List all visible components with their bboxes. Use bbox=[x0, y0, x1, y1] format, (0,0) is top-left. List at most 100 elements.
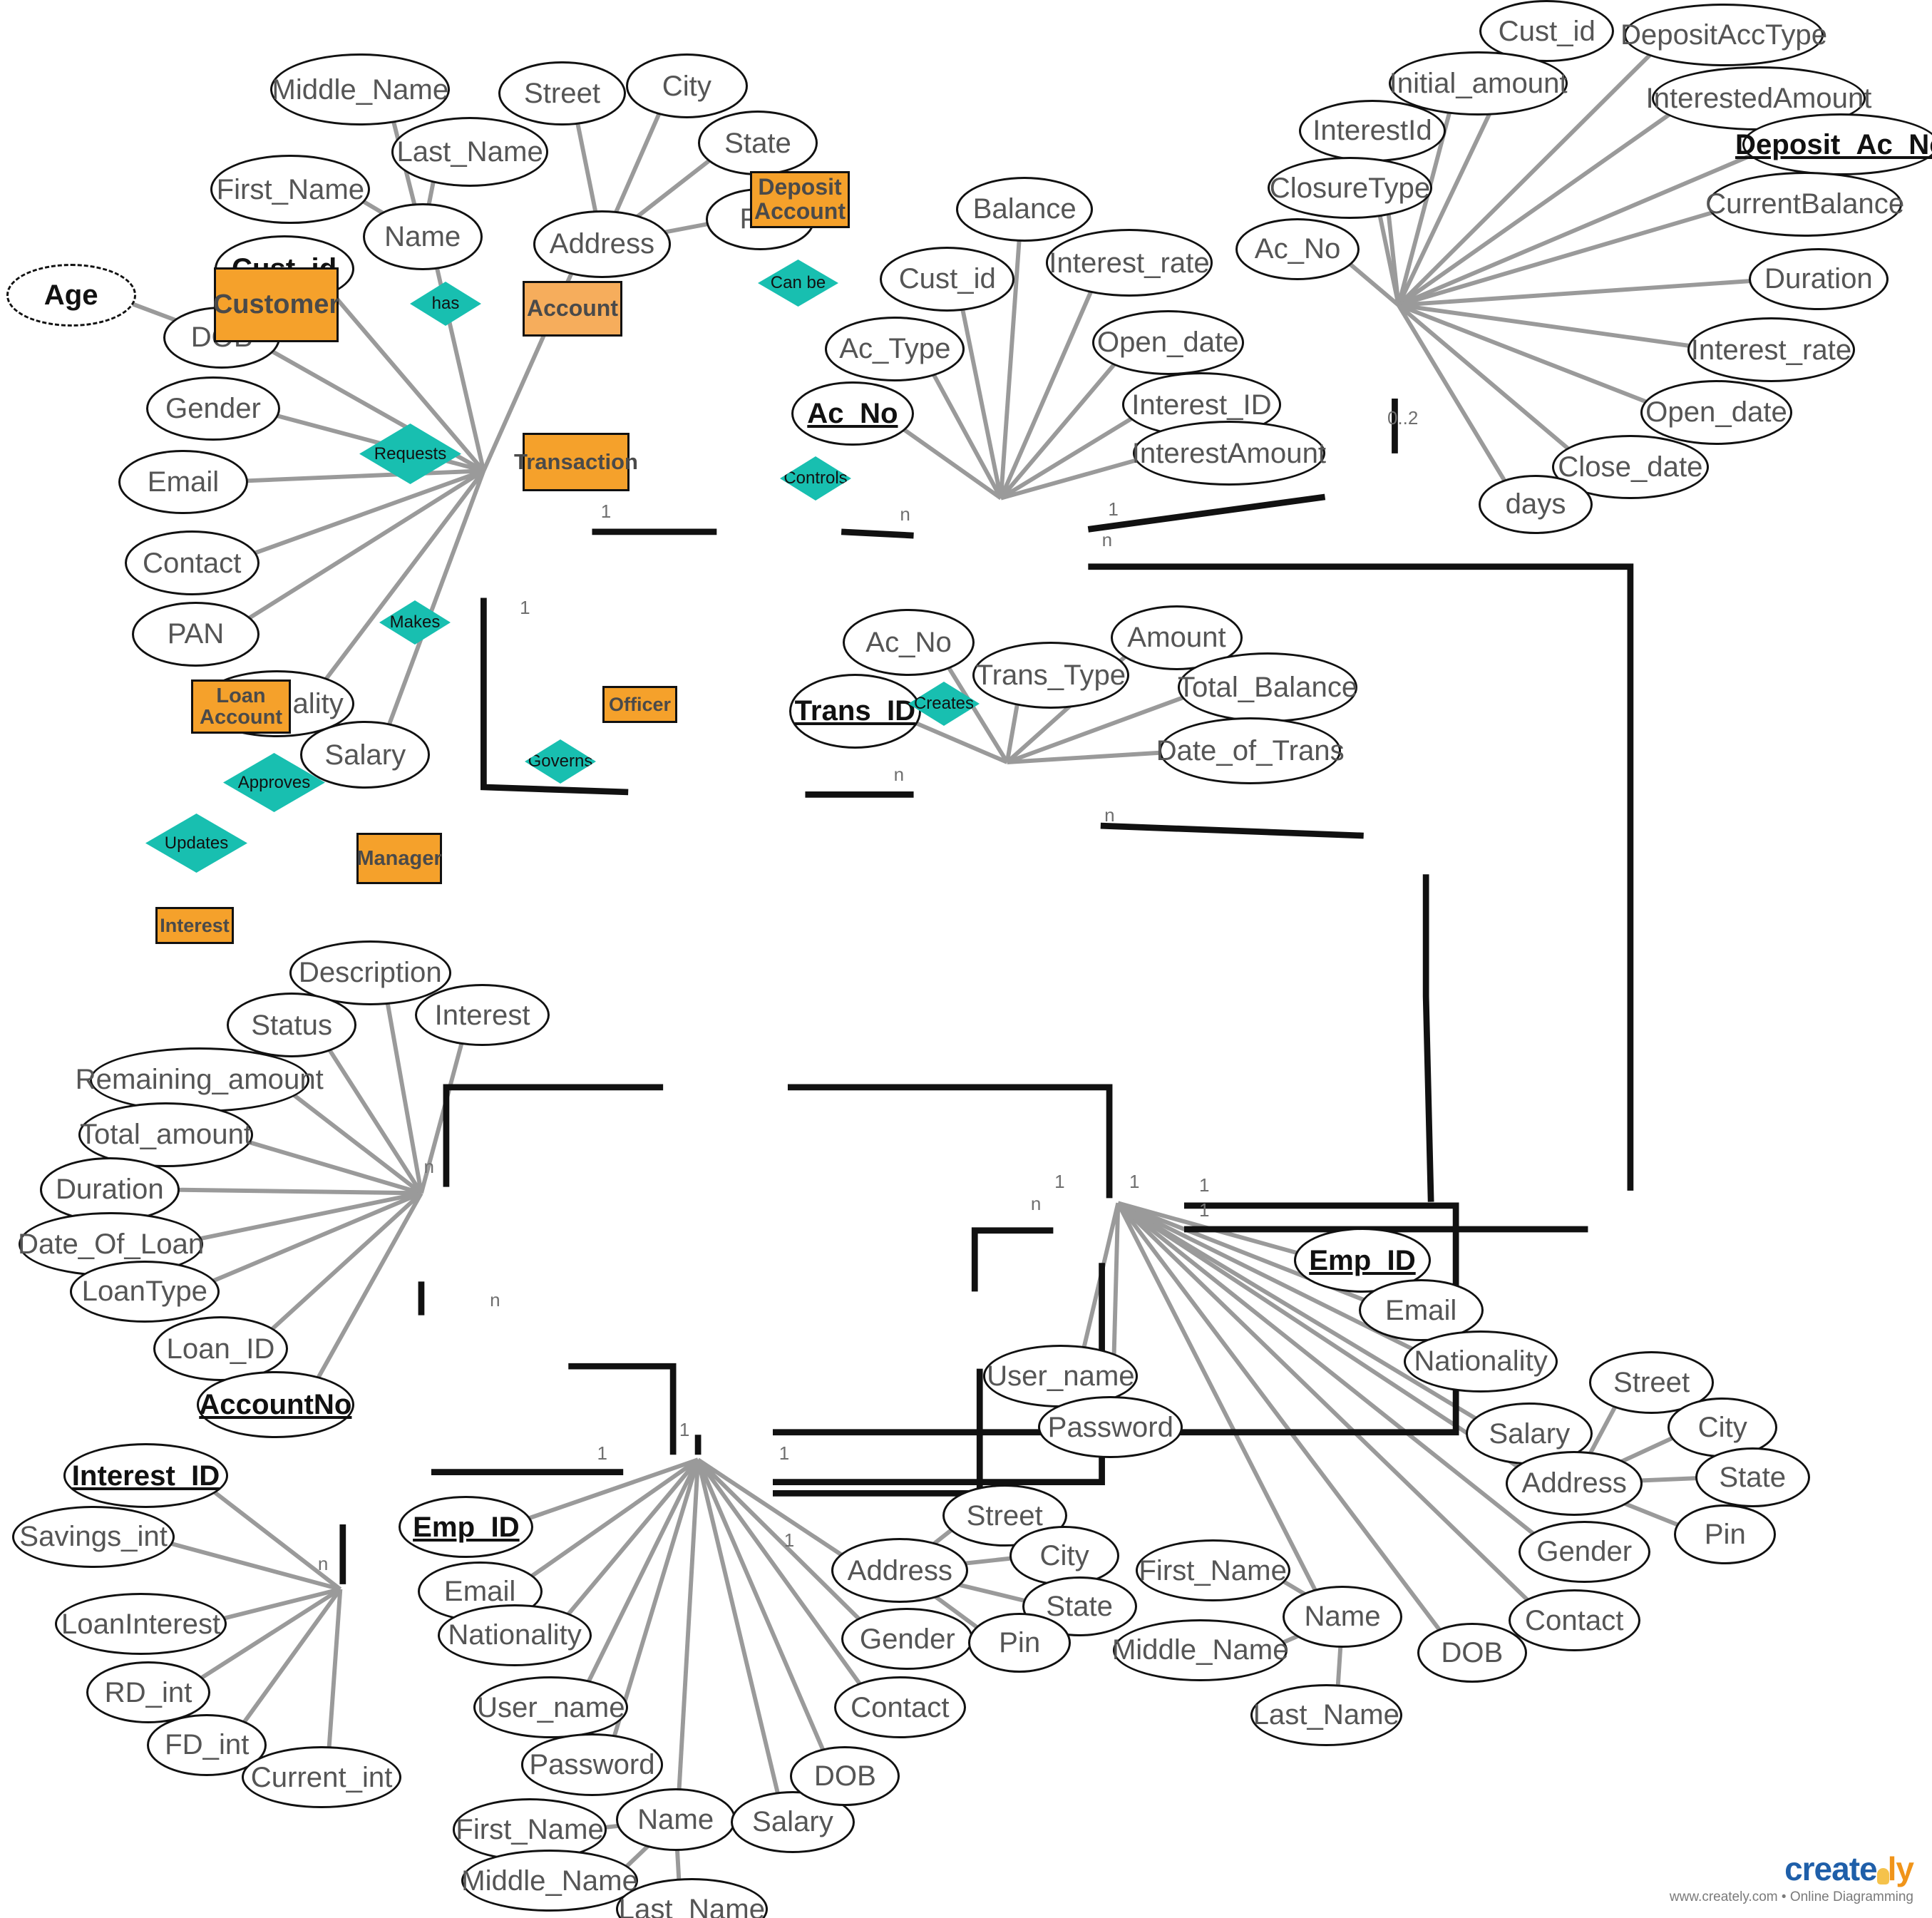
relationship-governs[interactable]: Governs bbox=[525, 739, 596, 784]
attribute-gender[interactable]: Gender bbox=[145, 376, 281, 441]
attribute-first-name[interactable]: First_Name bbox=[1135, 1539, 1290, 1602]
entity-customer[interactable]: Customer bbox=[213, 267, 339, 342]
attribute-password[interactable]: Password bbox=[1038, 1396, 1183, 1459]
relationship-can-be[interactable]: Can be bbox=[758, 260, 838, 307]
attribute-closuretype[interactable]: ClosureType bbox=[1268, 157, 1432, 220]
entity-interest[interactable]: Interest bbox=[155, 907, 234, 944]
attribute-middle-name[interactable]: Middle_Name bbox=[270, 53, 451, 126]
attribute-age[interactable]: Age bbox=[6, 264, 136, 327]
attribute-trans-type[interactable]: Trans_Type bbox=[972, 641, 1130, 709]
attribute-ac-type[interactable]: Ac_Type bbox=[825, 316, 965, 381]
attribute-open-date[interactable]: Open_date bbox=[1640, 379, 1793, 445]
entity-account[interactable]: Account bbox=[523, 281, 622, 337]
relationship-controls[interactable]: Controls bbox=[780, 456, 851, 501]
attribute-label: Cust_id bbox=[1498, 14, 1596, 47]
attribute-middle-name[interactable]: Middle_Name bbox=[461, 1849, 639, 1912]
attribute-interest-rate[interactable]: Interest_rate bbox=[1045, 229, 1213, 297]
relationship-has[interactable]: has bbox=[410, 282, 481, 326]
entity-loan-account[interactable]: Loan Account bbox=[191, 679, 291, 734]
attribute-deposit-ac-no[interactable]: Deposit_Ac_No bbox=[1735, 113, 1932, 176]
entity-officer-label: Officer bbox=[608, 693, 672, 715]
attribute-date-of-trans[interactable]: Date_of_Trans bbox=[1156, 717, 1345, 785]
attribute-days[interactable]: days bbox=[1478, 474, 1593, 535]
attribute-address[interactable]: Address bbox=[831, 1538, 969, 1604]
attribute-user-name[interactable]: User_name bbox=[473, 1676, 629, 1739]
attribute-pin[interactable]: Pin bbox=[1674, 1504, 1777, 1564]
attribute-interest-rate[interactable]: Interest_rate bbox=[1687, 317, 1855, 383]
attribute-name[interactable]: Name bbox=[362, 202, 483, 271]
attribute-ac-no[interactable]: Ac_No bbox=[791, 381, 914, 446]
attribute-gender[interactable]: Gender bbox=[841, 1608, 974, 1671]
attribute-remaining-amount[interactable]: Remaining_amount bbox=[76, 1047, 324, 1112]
attribute-contact[interactable]: Contact bbox=[124, 530, 260, 595]
attribute-emp-id[interactable]: Emp_ID bbox=[399, 1495, 534, 1559]
attribute-gender[interactable]: Gender bbox=[1518, 1520, 1650, 1584]
cardinality-label: 1 bbox=[1108, 498, 1119, 520]
attribute-contact[interactable]: Contact bbox=[1508, 1589, 1640, 1652]
attribute-ac-no[interactable]: Ac_No bbox=[842, 609, 975, 677]
attribute-cust-id[interactable]: Cust_id bbox=[880, 246, 1015, 312]
attribute-interest[interactable]: Interest bbox=[415, 983, 550, 1047]
attribute-ac-no[interactable]: Ac_No bbox=[1235, 217, 1360, 280]
attribute-label: First_Name bbox=[1139, 1554, 1287, 1586]
attribute-loantype[interactable]: LoanType bbox=[69, 1260, 220, 1323]
attribute-pan[interactable]: PAN bbox=[132, 601, 260, 667]
cardinality-label: 1 bbox=[600, 501, 612, 523]
attribute-currentbalance[interactable]: CurrentBalance bbox=[1705, 172, 1904, 237]
attribute-label: Ac_No bbox=[865, 626, 952, 659]
relationship-requests[interactable]: Requests bbox=[359, 424, 461, 484]
attribute-middle-name[interactable]: Middle_Name bbox=[1112, 1619, 1289, 1682]
attribute-label: Interest_rate bbox=[1049, 246, 1210, 279]
attribute-name[interactable]: Name bbox=[615, 1788, 736, 1851]
attribute-status[interactable]: Status bbox=[227, 993, 357, 1057]
attribute-first-name[interactable]: First_Name bbox=[210, 154, 371, 225]
attribute-salary[interactable]: Salary bbox=[300, 721, 431, 789]
attribute-password[interactable]: Password bbox=[520, 1733, 664, 1796]
attribute-city[interactable]: City bbox=[1009, 1525, 1120, 1586]
attribute-dob[interactable]: DOB bbox=[1417, 1623, 1527, 1683]
attribute-pin[interactable]: Pin bbox=[968, 1613, 1071, 1673]
attribute-label: Nationality bbox=[1414, 1345, 1548, 1378]
attribute-interestid[interactable]: InterestId bbox=[1298, 99, 1447, 163]
attribute-interestamount[interactable]: InterestAmount bbox=[1132, 421, 1326, 486]
attribute-email[interactable]: Email bbox=[118, 449, 248, 515]
attribute-nationality[interactable]: Nationality bbox=[437, 1604, 592, 1667]
attribute-duration[interactable]: Duration bbox=[1748, 247, 1889, 310]
attribute-label: Ac_Type bbox=[839, 332, 951, 365]
attribute-label: Description bbox=[298, 956, 442, 989]
attribute-label: Address bbox=[1521, 1467, 1627, 1499]
attribute-last-name[interactable]: Last_Name bbox=[391, 117, 549, 187]
attribute-address[interactable]: Address bbox=[1506, 1450, 1643, 1516]
attribute-name[interactable]: Name bbox=[1283, 1585, 1402, 1648]
entity-transaction[interactable]: Transaction bbox=[514, 433, 638, 491]
attribute-interest-id[interactable]: Interest_ID bbox=[63, 1443, 228, 1509]
attribute-loaninterest[interactable]: LoanInterest bbox=[54, 1593, 227, 1656]
attribute-last-name[interactable]: Last_Name bbox=[615, 1878, 768, 1918]
attribute-address[interactable]: Address bbox=[533, 210, 671, 278]
attribute-state[interactable]: State bbox=[1695, 1447, 1810, 1507]
attribute-city[interactable]: City bbox=[625, 53, 749, 118]
attribute-label: RD_int bbox=[104, 1676, 192, 1708]
attribute-label: State bbox=[1046, 1590, 1113, 1623]
attribute-savings-int[interactable]: Savings_int bbox=[12, 1505, 175, 1569]
relationship-makes[interactable]: Makes bbox=[379, 600, 451, 645]
entity-manager[interactable]: Manager bbox=[356, 833, 442, 884]
attribute-depositacctype[interactable]: DepositAccType bbox=[1620, 4, 1827, 66]
attribute-dob[interactable]: DOB bbox=[790, 1745, 900, 1806]
entity-officer[interactable]: Officer bbox=[602, 686, 677, 723]
attribute-last-name[interactable]: Last_Name bbox=[1250, 1683, 1402, 1746]
attribute-accountno[interactable]: AccountNo bbox=[197, 1371, 354, 1439]
attribute-state[interactable]: State bbox=[698, 111, 818, 176]
attribute-label: Interest bbox=[434, 998, 530, 1031]
attribute-total-balance[interactable]: Total_Balance bbox=[1178, 652, 1357, 723]
attribute-street[interactable]: Street bbox=[498, 61, 626, 126]
attribute-balance[interactable]: Balance bbox=[956, 177, 1094, 242]
attribute-current-int[interactable]: Current_int bbox=[242, 1745, 401, 1809]
attribute-trans-id[interactable]: Trans_ID bbox=[788, 673, 922, 749]
attribute-nationality[interactable]: Nationality bbox=[1403, 1330, 1558, 1393]
relationship-updates[interactable]: Updates bbox=[145, 814, 247, 873]
attribute-open-date[interactable]: Open_date bbox=[1091, 309, 1244, 375]
attribute-contact[interactable]: Contact bbox=[833, 1676, 966, 1739]
attribute-label: State bbox=[1719, 1460, 1787, 1493]
entity-deposit-account[interactable]: Deposit Account bbox=[750, 171, 850, 228]
